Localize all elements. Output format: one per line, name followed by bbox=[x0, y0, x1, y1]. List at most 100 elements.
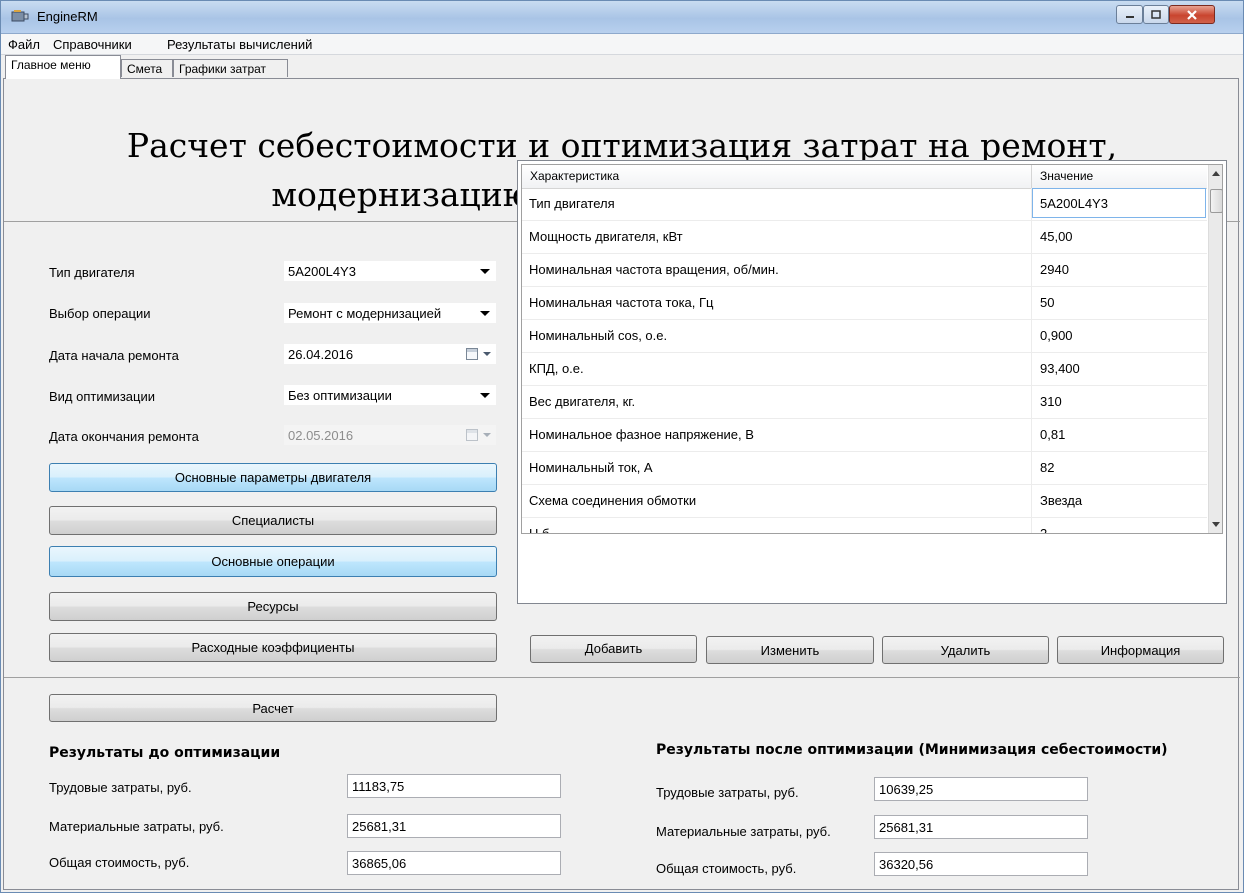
calendar-icon bbox=[466, 429, 478, 441]
specialists-label: Специалисты bbox=[231, 513, 315, 528]
end-date-picker: 02.05.2016 bbox=[283, 424, 497, 446]
table-cell: 93,400 bbox=[1040, 361, 1080, 376]
table-cell: 310 bbox=[1040, 394, 1062, 409]
scroll-down-icon[interactable] bbox=[1212, 522, 1220, 527]
results-after-title: Результаты после оптимизации (Минимизаци… bbox=[656, 742, 1168, 758]
engine-type-value: 5A200L4Y3 bbox=[288, 264, 356, 279]
characteristics-table[interactable]: Характеристика Значение Тип двигателя 5A… bbox=[521, 164, 1223, 534]
menu-results[interactable]: Результаты вычислений bbox=[167, 37, 312, 52]
table-cell: 0,81 bbox=[1040, 427, 1066, 442]
operation-label: Выбор операции bbox=[49, 306, 151, 321]
tab-main-menu[interactable]: Главное меню bbox=[5, 55, 121, 79]
table-row[interactable]: Номинальный cos, о.е. 0,900 bbox=[522, 320, 1207, 353]
delete-button[interactable]: Удалить bbox=[882, 636, 1049, 664]
material-after-label: Материальные затраты, руб. bbox=[656, 824, 831, 839]
specialists-button[interactable]: Специалисты bbox=[49, 506, 497, 535]
optimization-value: Без оптимизации bbox=[288, 388, 392, 403]
column-divider bbox=[1031, 165, 1032, 188]
start-date-picker[interactable]: 26.04.2016 bbox=[283, 343, 497, 365]
total-before-field[interactable]: 36865,06 bbox=[347, 851, 561, 875]
scroll-thumb[interactable] bbox=[1210, 189, 1222, 213]
table-cell: Номинальная частота тока, Гц bbox=[529, 295, 714, 310]
scroll-up-icon[interactable] bbox=[1212, 171, 1220, 176]
table-row[interactable]: КПД, о.е. 93,400 bbox=[522, 353, 1207, 386]
add-button[interactable]: Добавить bbox=[530, 635, 697, 663]
start-date-value: 26.04.2016 bbox=[288, 347, 354, 362]
window-title: EngineRM bbox=[37, 9, 98, 24]
calendar-icon[interactable] bbox=[466, 348, 478, 360]
total-after-field[interactable]: 36320,56 bbox=[874, 852, 1088, 876]
maximize-button[interactable] bbox=[1143, 5, 1169, 24]
table-row[interactable]: Номинальная частота тока, Гц 50 bbox=[522, 287, 1207, 320]
main-operations-label: Основные операции bbox=[211, 554, 335, 569]
operation-select[interactable]: Ремонт с модернизацией bbox=[283, 302, 497, 324]
table-cell: Номинальный cos, о.е. bbox=[529, 328, 668, 343]
chevron-down-icon bbox=[483, 433, 491, 437]
title-bar[interactable]: EngineRM bbox=[1, 1, 1243, 34]
table-cell: Мощность двигателя, кВт bbox=[529, 229, 683, 244]
table-cell: Номинальный ток, А bbox=[529, 460, 653, 475]
main-operations-button[interactable]: Основные операции bbox=[49, 546, 497, 577]
minimize-button[interactable] bbox=[1116, 5, 1143, 24]
menu-file[interactable]: Файл bbox=[8, 37, 40, 52]
table-row[interactable]: Вес двигателя, кг. 310 bbox=[522, 386, 1207, 419]
material-after-value: 25681,31 bbox=[879, 820, 934, 835]
total-before-label: Общая стоимость, руб. bbox=[49, 855, 190, 870]
total-before-value: 36865,06 bbox=[352, 856, 407, 871]
table-cell: Тип двигателя bbox=[529, 196, 615, 211]
table-cell: 2940 bbox=[1040, 262, 1069, 277]
operation-value: Ремонт с модернизацией bbox=[288, 306, 442, 321]
main-params-button[interactable]: Основные параметры двигателя bbox=[49, 463, 497, 492]
material-before-label: Материальные затраты, руб. bbox=[49, 819, 224, 834]
material-before-value: 25681,31 bbox=[352, 819, 407, 834]
table-cell: 5A200L4Y3 bbox=[1040, 196, 1108, 211]
table-row[interactable]: Номинальный ток, А 82 bbox=[522, 452, 1207, 485]
table-cell: 45,00 bbox=[1040, 229, 1073, 244]
tab-estimate[interactable]: Смета bbox=[121, 59, 173, 77]
table-cell: Схема соединения обмотки bbox=[529, 493, 697, 508]
table-cell: Звезда bbox=[1040, 493, 1083, 508]
edit-label: Изменить bbox=[760, 643, 820, 658]
close-icon bbox=[1187, 9, 1197, 20]
calculate-label: Расчет bbox=[252, 701, 294, 716]
main-params-label: Основные параметры двигателя bbox=[174, 470, 372, 485]
info-button[interactable]: Информация bbox=[1057, 636, 1224, 664]
edit-button[interactable]: Изменить bbox=[706, 636, 874, 664]
close-button[interactable] bbox=[1169, 5, 1215, 24]
chevron-down-icon bbox=[483, 352, 491, 356]
table-cell: КПД, о.е. bbox=[529, 361, 584, 376]
labor-after-label: Трудовые затраты, руб. bbox=[656, 785, 799, 800]
middle-divider bbox=[4, 677, 1240, 678]
start-date-label: Дата начала ремонта bbox=[49, 348, 179, 363]
table-cell: Вес двигателя, кг. bbox=[529, 394, 636, 409]
resources-button[interactable]: Ресурсы bbox=[49, 592, 497, 621]
optimization-select[interactable]: Без оптимизации bbox=[283, 384, 497, 406]
table-cell: Номинальная частота вращения, об/мин. bbox=[529, 262, 779, 277]
material-before-field[interactable]: 25681,31 bbox=[347, 814, 561, 838]
tab-strip: Главное меню Смета Графики затрат bbox=[1, 55, 1243, 79]
table-scrollbar[interactable] bbox=[1208, 165, 1222, 533]
table-row[interactable]: Мощность двигателя, кВт 45,00 bbox=[522, 221, 1207, 254]
column-header-characteristic[interactable]: Характеристика bbox=[530, 169, 619, 183]
table-row[interactable]: Тип двигателя 5A200L4Y3 bbox=[522, 188, 1207, 221]
end-date-value: 02.05.2016 bbox=[288, 428, 354, 443]
chevron-down-icon bbox=[480, 269, 490, 274]
labor-after-field[interactable]: 10639,25 bbox=[874, 777, 1088, 801]
chevron-down-icon bbox=[480, 311, 490, 316]
engine-type-select[interactable]: 5A200L4Y3 bbox=[283, 260, 497, 282]
tab-cost-charts[interactable]: Графики затрат bbox=[173, 59, 288, 77]
table-row[interactable]: Н б 2 bbox=[522, 518, 1207, 533]
calculate-button[interactable]: Расчет bbox=[49, 694, 497, 722]
table-row[interactable]: Номинальная частота вращения, об/мин. 29… bbox=[522, 254, 1207, 287]
menu-references[interactable]: Справочники bbox=[53, 37, 132, 52]
material-after-field[interactable]: 25681,31 bbox=[874, 815, 1088, 839]
table-row[interactable]: Номинальное фазное напряжение, В 0,81 bbox=[522, 419, 1207, 452]
resources-label: Ресурсы bbox=[247, 599, 299, 614]
column-header-value[interactable]: Значение bbox=[1040, 169, 1093, 183]
total-after-label: Общая стоимость, руб. bbox=[656, 861, 797, 876]
table-cell: 82 bbox=[1040, 460, 1055, 475]
table-row[interactable]: Схема соединения обмотки Звезда bbox=[522, 485, 1207, 518]
labor-before-field[interactable]: 11183,75 bbox=[347, 774, 561, 798]
consumption-coeffs-button[interactable]: Расходные коэффициенты bbox=[49, 633, 497, 662]
labor-before-value: 11183,75 bbox=[352, 779, 405, 794]
